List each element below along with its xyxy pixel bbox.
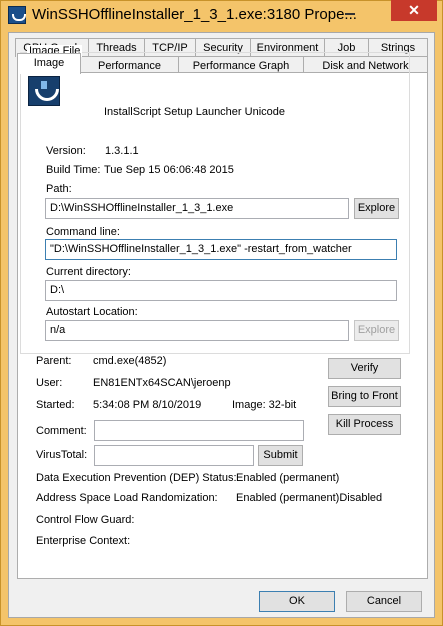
aslr-value: Enabled (permanent)Disabled <box>236 492 383 504</box>
enterprise-context-label: Enterprise Context: <box>36 535 131 547</box>
user-label: User: <box>36 377 63 389</box>
current-directory-field[interactable]: D:\ <box>45 280 397 301</box>
build-time-label: Build Time: <box>46 164 101 176</box>
close-button[interactable]: ✕ <box>391 0 437 21</box>
version-value: 1.3.1.1 <box>105 145 139 157</box>
path-field[interactable]: D:\WinSSHOfflineInstaller_1_3_1.exe <box>45 198 349 219</box>
started-label: Started: <box>36 399 75 411</box>
image-bitness: Image: 32-bit <box>232 399 297 411</box>
current-directory-label: Current directory: <box>46 266 131 278</box>
virustotal-field[interactable] <box>94 445 254 466</box>
virustotal-label: VirusTotal: <box>36 449 88 461</box>
user-value: EN81ENTx64SCAN\jeroenp <box>93 377 231 389</box>
aslr-label: Address Space Load Randomization: <box>36 492 218 504</box>
cfg-label: Control Flow Guard: <box>36 514 135 526</box>
bring-to-front-button[interactable]: Bring to Front <box>328 386 401 407</box>
autostart-explore-button[interactable]: Explore <box>354 320 399 341</box>
dep-value: Enabled (permanent) <box>236 472 340 484</box>
comment-field[interactable] <box>94 420 304 441</box>
path-label: Path: <box>46 183 72 195</box>
autostart-location-field[interactable]: n/a <box>45 320 349 341</box>
parent-value: cmd.exe(4852) <box>93 355 167 367</box>
title-bar[interactable]: WinSSHOfflineInstaller_1_3_1.exe:3180 Pr… <box>0 0 443 32</box>
minimize-button[interactable] <box>337 1 363 21</box>
verify-button[interactable]: Verify <box>328 358 401 379</box>
autostart-location-label: Autostart Location: <box>46 306 138 318</box>
command-line-label: Command line: <box>46 226 120 238</box>
ok-button[interactable]: OK <box>259 591 335 612</box>
parent-label: Parent: <box>36 355 72 367</box>
dep-label: Data Execution Prevention (DEP) Status: <box>36 472 237 484</box>
kill-process-button[interactable]: Kill Process <box>328 414 401 435</box>
file-description: InstallScript Setup Launcher Unicode <box>104 106 285 118</box>
version-label: Version: <box>46 145 86 157</box>
tab-image[interactable]: Image <box>17 53 81 74</box>
close-icon: ✕ <box>408 2 420 18</box>
comment-label: Comment: <box>36 425 87 437</box>
cancel-button[interactable]: Cancel <box>346 591 422 612</box>
installer-icon <box>28 76 60 106</box>
started-value: 5:34:08 PM 8/10/2019 <box>93 399 202 411</box>
app-icon <box>8 6 26 24</box>
command-line-field[interactable]: "D:\WinSSHOfflineInstaller_1_3_1.exe" -r… <box>45 239 397 260</box>
build-time-value: Tue Sep 15 06:06:48 2015 <box>104 164 234 176</box>
explore-button[interactable]: Explore <box>354 198 399 219</box>
submit-button[interactable]: Submit <box>258 445 303 466</box>
window-title: WinSSHOfflineInstaller_1_3_1.exe:3180 Pr… <box>32 6 357 23</box>
